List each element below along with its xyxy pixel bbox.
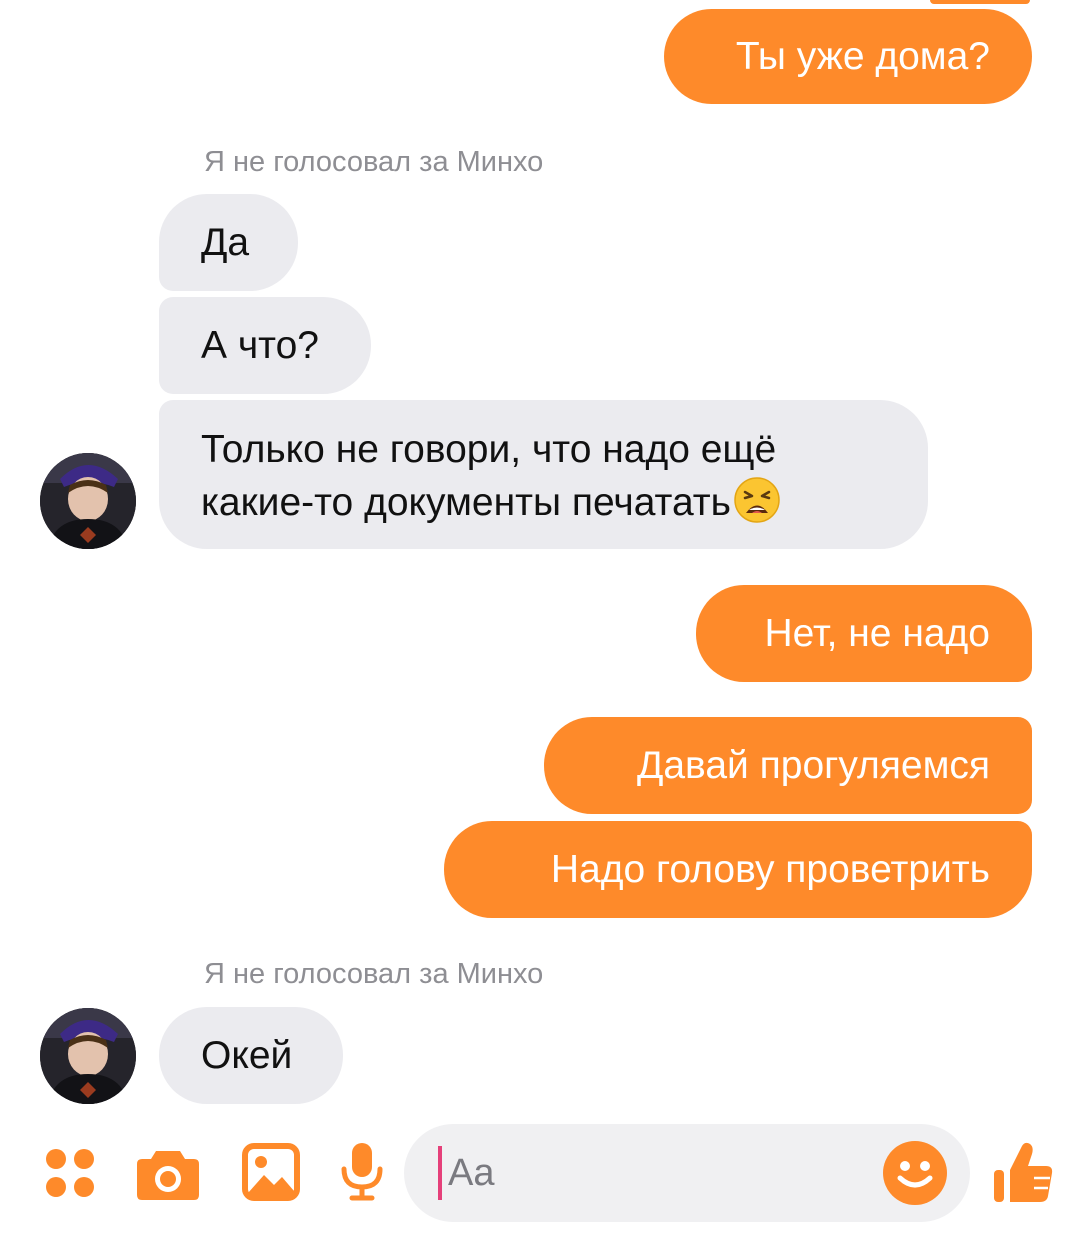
previous-message-edge bbox=[930, 0, 1030, 4]
outgoing-message[interactable]: Нет, не надо bbox=[696, 585, 1032, 682]
outgoing-message[interactable]: Давай прогуляемся bbox=[544, 717, 1032, 814]
incoming-message[interactable]: Только не говори, что надо ещё какие-то … bbox=[159, 400, 928, 549]
avatar-photo bbox=[40, 1008, 136, 1104]
message-text: Нет, не надо bbox=[764, 611, 990, 655]
outgoing-message[interactable]: Надо голову проветрить bbox=[444, 821, 1032, 918]
microphone-icon[interactable] bbox=[340, 1141, 384, 1201]
sender-name: Я не голосовал за Минхо bbox=[204, 958, 544, 990]
message-text: Ты уже дома? bbox=[735, 34, 990, 78]
message-text: Надо голову проветрить bbox=[550, 847, 990, 891]
message-input[interactable] bbox=[438, 1146, 868, 1200]
sender-name: Я не голосовал за Минхо bbox=[204, 146, 544, 178]
gallery-icon[interactable] bbox=[242, 1143, 300, 1201]
message-text: А что? bbox=[201, 323, 319, 367]
outgoing-message[interactable]: Ты уже дома? bbox=[664, 9, 1032, 104]
message-text-line: какие-то документы печатать bbox=[201, 476, 886, 529]
message-text: Давай прогуляемся bbox=[636, 743, 990, 787]
incoming-message[interactable]: Да bbox=[159, 194, 298, 291]
thumbs-up-icon[interactable] bbox=[992, 1140, 1054, 1204]
avatar-photo bbox=[40, 453, 136, 549]
avatar[interactable] bbox=[40, 453, 136, 549]
emoji-icon[interactable] bbox=[882, 1140, 948, 1206]
apps-icon[interactable] bbox=[42, 1145, 98, 1201]
incoming-message[interactable]: А что? bbox=[159, 297, 371, 394]
weary-face-emoji bbox=[734, 477, 780, 523]
message-text: Да bbox=[201, 220, 250, 264]
camera-icon[interactable] bbox=[136, 1145, 200, 1201]
incoming-message[interactable]: Окей bbox=[159, 1007, 343, 1104]
message-text: Окей bbox=[201, 1033, 293, 1077]
avatar[interactable] bbox=[40, 1008, 136, 1104]
message-composer bbox=[404, 1124, 970, 1222]
message-text-line: Только не говори, что надо ещё bbox=[201, 428, 777, 471]
